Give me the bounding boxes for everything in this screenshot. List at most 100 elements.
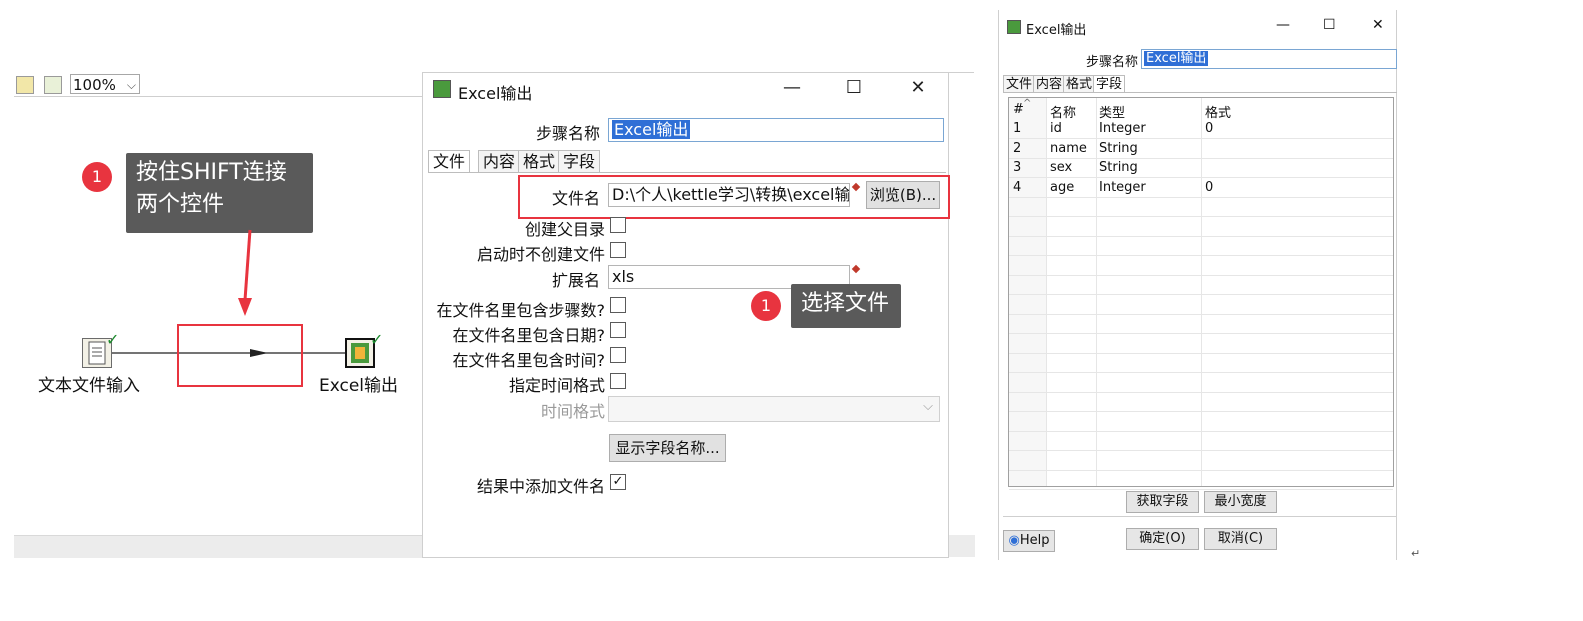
grid-row-line (1009, 391, 1393, 393)
close-button[interactable]: ✕ (906, 77, 930, 98)
col-header-format[interactable]: 格式 (1205, 102, 1231, 121)
tab-file[interactable]: 文件 (428, 150, 471, 172)
table-cell-name[interactable]: age (1050, 180, 1074, 195)
tab-fields[interactable]: 字段 (558, 150, 601, 172)
min-width-button[interactable]: 最小宽度 (1204, 491, 1277, 513)
tab-fields[interactable]: 字段 (1093, 75, 1126, 93)
arrow-down-line (243, 229, 252, 301)
no-create-on-start-checkbox[interactable] (610, 242, 626, 258)
tab-divider (1003, 92, 1397, 93)
help-icon: ◉ (1008, 533, 1020, 548)
include-stepnr-label: 在文件名里包含步骤数? (436, 301, 606, 320)
ok-check-icon: ✓ (106, 330, 120, 349)
table-cell-type[interactable]: String (1099, 141, 1138, 156)
grid-row-line (1009, 489, 1393, 490)
sort-indicator-icon: ^ (1023, 98, 1032, 109)
tab-format[interactable]: 格式 (518, 150, 561, 172)
grid-row-line (1009, 469, 1393, 471)
include-time-checkbox[interactable] (610, 347, 626, 363)
extension-label: 扩展名 (551, 271, 600, 290)
grid-row-line (1009, 430, 1393, 432)
minimize-button[interactable]: — (1276, 17, 1290, 33)
excel-output-icon (433, 80, 451, 98)
annotation-badge: 1 (751, 291, 781, 321)
show-fields-button[interactable]: 显示字段名称... (609, 434, 726, 462)
grid-row-line (1009, 177, 1393, 178)
step-name-value: Excel输出 (1144, 51, 1209, 66)
include-date-label: 在文件名里包含日期? (452, 326, 606, 345)
add-to-result-checkbox[interactable]: ✓ (610, 474, 626, 490)
table-cell-n[interactable]: 1 (1013, 121, 1021, 136)
grid-row-line (1009, 255, 1393, 256)
help-button[interactable]: ◉Help (1003, 530, 1055, 552)
tab-file[interactable]: 文件 (1003, 75, 1036, 93)
grid-row-line (1009, 138, 1393, 139)
grid-row-line (1009, 216, 1393, 217)
time-format-label: 时间格式 (540, 402, 605, 421)
step-name-input[interactable]: Excel输出 (1141, 49, 1397, 69)
include-date-checkbox[interactable] (610, 322, 626, 338)
excel-output-icon (1007, 20, 1021, 34)
table-cell-n[interactable]: 3 (1013, 160, 1021, 175)
table-cell-format[interactable]: 0 (1205, 180, 1213, 195)
include-stepnr-checkbox[interactable] (610, 297, 626, 313)
browse-button[interactable]: 浏览(B)... (866, 181, 940, 209)
hop-highlight (177, 324, 303, 387)
create-parent-label: 创建父目录 (524, 220, 605, 239)
specify-time-format-label: 指定时间格式 (508, 376, 605, 395)
minimize-button[interactable]: — (780, 77, 804, 98)
create-parent-checkbox[interactable] (610, 217, 626, 233)
include-time-label: 在文件名里包含时间? (452, 351, 606, 370)
dialog2-title: Excel输出 (1026, 23, 1087, 38)
grid-row-line (1009, 313, 1393, 315)
chevron-down-icon: ⌵ (923, 399, 933, 414)
close-button[interactable]: ✕ (1372, 17, 1384, 33)
step-text-input-label[interactable]: 文本文件输入 (38, 371, 140, 396)
filename-label: 文件名 (551, 189, 600, 208)
no-create-on-start-label: 启动时不创建文件 (476, 245, 605, 264)
maximize-button[interactable]: ☐ (1323, 17, 1336, 33)
add-to-result-label: 结果中添加文件名 (476, 477, 605, 496)
tab-content[interactable]: 内容 (1033, 75, 1066, 93)
grid-col-line (1046, 98, 1047, 486)
grid-col-line (1096, 98, 1097, 486)
fields-table[interactable] (1008, 97, 1394, 487)
table-cell-format[interactable]: 0 (1205, 121, 1213, 136)
tab-content[interactable]: 内容 (478, 150, 521, 172)
grid-row-line (1009, 235, 1393, 237)
grid-row-line (1009, 274, 1393, 276)
grid-row-line (1009, 450, 1393, 451)
filename-input[interactable]: D:\个人\kettle学习\转换\excel输 (608, 183, 850, 207)
table-cell-type[interactable]: Integer (1099, 180, 1146, 195)
ok-button[interactable]: 确定(O) (1126, 528, 1199, 550)
get-fields-button[interactable]: 获取字段 (1126, 491, 1199, 513)
ok-check-icon: ✓ (370, 330, 384, 349)
cancel-button[interactable]: 取消(C) (1204, 528, 1277, 550)
grid-row-line (1009, 411, 1393, 412)
arrow-down-head (238, 298, 252, 316)
table-cell-type[interactable]: Integer (1099, 121, 1146, 136)
grid-col-line (1201, 98, 1202, 486)
button-divider (1003, 516, 1397, 517)
dialog-title: Excel输出 (458, 84, 533, 103)
row-header-column (1009, 98, 1046, 486)
col-header-type[interactable]: 类型 (1099, 102, 1125, 121)
table-cell-name[interactable]: id (1050, 121, 1062, 136)
maximize-button[interactable]: ☐ (842, 77, 866, 98)
col-header-name[interactable]: 名称 (1050, 102, 1076, 121)
grid-row-line (1009, 372, 1393, 373)
step-name-input[interactable]: Excel输出 (608, 118, 944, 142)
grid-row-line (1009, 294, 1393, 295)
time-format-select[interactable]: ⌵ (608, 396, 940, 422)
specify-time-format-checkbox[interactable] (610, 373, 626, 389)
table-cell-name[interactable]: sex (1050, 160, 1072, 175)
table-cell-type[interactable]: String (1099, 160, 1138, 175)
table-cell-n[interactable]: 2 (1013, 141, 1021, 156)
help-button-label: Help (1019, 533, 1050, 548)
return-mark: ↵ (1411, 547, 1421, 560)
table-cell-n[interactable]: 4 (1013, 180, 1021, 195)
table-cell-name[interactable]: name (1050, 141, 1087, 156)
tab-divider (428, 172, 946, 173)
step-excel-output-label[interactable]: Excel输出 (319, 371, 398, 396)
tab-format[interactable]: 格式 (1063, 75, 1096, 93)
